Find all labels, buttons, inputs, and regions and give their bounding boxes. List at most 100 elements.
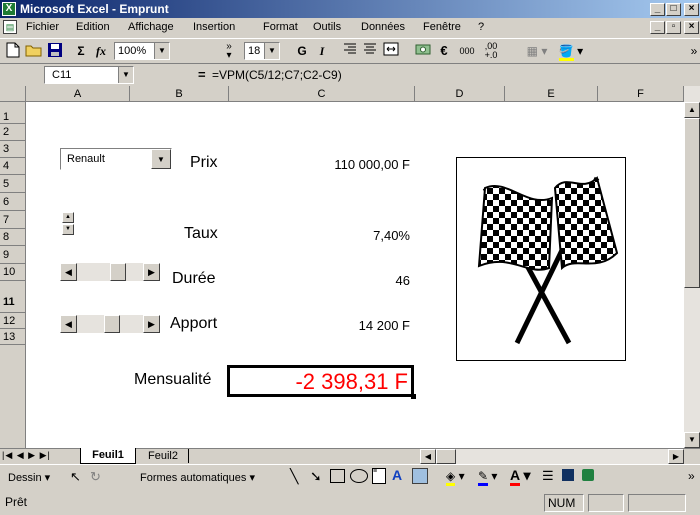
formula-input[interactable]: =VPM(C5/12;C7;C2-C9) <box>212 68 342 82</box>
fill-handle[interactable] <box>411 394 416 399</box>
row-header-1[interactable]: 1 <box>0 102 26 124</box>
font-size-select[interactable]: 18 ▼ <box>244 42 280 60</box>
value-duree[interactable]: 46 <box>396 273 410 288</box>
excel-app-icon[interactable]: X <box>2 2 16 16</box>
select-pointer-icon[interactable]: ↖ <box>70 469 81 485</box>
checkered-flags-image[interactable] <box>456 157 626 361</box>
close-button[interactable]: × <box>684 3 699 16</box>
italic-button[interactable]: I <box>314 42 330 60</box>
row-header-5[interactable]: 5 <box>0 175 26 193</box>
doc-close-button[interactable]: × <box>684 21 699 34</box>
chevron-down-icon[interactable]: ▼ <box>264 43 279 59</box>
currency-format-icon[interactable] <box>414 42 432 60</box>
row-header-4[interactable]: 4 <box>0 158 26 175</box>
chevron-down-icon[interactable]: ▼ <box>154 43 169 59</box>
oval-icon[interactable] <box>350 469 368 483</box>
rate-spinner[interactable]: ▲ ▼ <box>62 212 74 236</box>
menu-fenetre[interactable]: Fenêtre <box>423 18 461 37</box>
wordart-icon[interactable]: A <box>392 467 402 483</box>
textbox-icon[interactable]: ≡ <box>372 468 386 484</box>
tab-nav-icons[interactable]: |◀ ◀ ▶ ▶| <box>2 450 51 461</box>
borders-icon[interactable]: ▦ ▾ <box>522 42 552 60</box>
save-icon[interactable] <box>46 42 64 60</box>
row-header-3[interactable]: 3 <box>0 141 26 158</box>
fill-color-button[interactable]: ◈ ▾ <box>446 469 465 486</box>
menu-format[interactable]: Format <box>263 18 298 37</box>
column-header-c[interactable]: C <box>229 86 415 102</box>
scroll-left-icon[interactable]: ◀ <box>60 263 77 281</box>
autosum-icon[interactable]: Σ <box>72 42 90 60</box>
align-right-icon[interactable] <box>342 42 358 60</box>
open-folder-icon[interactable] <box>24 42 44 60</box>
tab-feuil2[interactable]: Feuil2 <box>138 449 189 463</box>
zoom-select[interactable]: 100% ▼ <box>114 42 170 60</box>
value-prix[interactable]: 110 000,00 F <box>334 157 410 172</box>
fill-color-icon[interactable]: 🪣 ▾ <box>556 42 586 61</box>
row-header-6[interactable]: 6 <box>0 193 26 211</box>
row-header-13[interactable]: 13 <box>0 329 26 345</box>
tab-feuil1[interactable]: Feuil1 <box>80 448 136 464</box>
worksheet-grid[interactable]: A B C D E F 1 2 3 4 5 6 7 8 9 10 11 12 1… <box>0 86 700 448</box>
chevron-down-icon[interactable]: ▼ <box>151 149 171 169</box>
scroll-thumb[interactable] <box>684 118 700 288</box>
line-style-icon[interactable]: ☰ <box>542 468 554 484</box>
menu-donnees[interactable]: Données <box>361 18 405 37</box>
autoshapes-menu-button[interactable]: Formes automatiques ▾ <box>140 471 255 484</box>
arrow-icon[interactable]: ➘ <box>310 468 322 485</box>
column-header-f[interactable]: F <box>598 86 684 102</box>
duration-scrollbar[interactable]: ◀ ▶ <box>60 263 160 281</box>
menu-insertion[interactable]: Insertion <box>193 18 235 37</box>
minimize-button[interactable]: _ <box>650 3 665 16</box>
vertical-scrollbar[interactable]: ▲ ▼ <box>684 86 700 448</box>
font-color-button[interactable]: A ▾ <box>510 467 531 486</box>
equals-sign[interactable]: = <box>198 67 206 82</box>
value-taux[interactable]: 7,40% <box>373 228 410 243</box>
spinner-up-icon[interactable]: ▲ <box>62 212 74 223</box>
doc-minimize-button[interactable]: _ <box>650 21 665 34</box>
row-header-2[interactable]: 2 <box>0 124 26 141</box>
rectangle-icon[interactable] <box>330 469 345 483</box>
doc-restore-button[interactable]: ▫ <box>666 21 681 34</box>
chevron-down-icon[interactable]: ▼ <box>118 67 133 83</box>
horizontal-scrollbar[interactable]: ◀ ▶ <box>420 449 684 464</box>
shadow-icon[interactable] <box>562 469 574 481</box>
menu-outils[interactable]: Outils <box>313 18 341 37</box>
column-header-a[interactable]: A <box>26 86 130 102</box>
row-header-9[interactable]: 9 <box>0 246 26 264</box>
column-header-e[interactable]: E <box>505 86 598 102</box>
scroll-up-icon[interactable]: ▲ <box>684 102 700 118</box>
increase-decimal-button[interactable]: ,00 +.0 <box>480 42 502 60</box>
line-icon[interactable]: ╲ <box>290 468 298 485</box>
scroll-thumb[interactable] <box>110 263 126 281</box>
rotate-icon[interactable]: ↻ <box>90 469 101 485</box>
toolbar-options-icon[interactable]: » <box>688 42 700 60</box>
scroll-left-icon[interactable]: ◀ <box>420 449 436 464</box>
merge-center-icon[interactable] <box>382 42 400 60</box>
menu-help[interactable]: ? <box>478 18 484 37</box>
align-center-icon[interactable] <box>362 42 378 60</box>
scroll-right-icon[interactable]: ▶ <box>668 449 684 464</box>
row-header-7[interactable]: 7 <box>0 211 26 229</box>
menu-edition[interactable]: Edition <box>76 18 110 37</box>
bold-button[interactable]: G <box>294 42 310 60</box>
menu-affichage[interactable]: Affichage <box>128 18 174 37</box>
active-cell-c11[interactable]: -2 398,31 F <box>227 365 416 399</box>
line-color-button[interactable]: ✎ ▾ <box>478 469 497 486</box>
draw-menu-button[interactable]: Dessin ▾ <box>8 471 50 484</box>
maximize-button[interactable]: □ <box>666 3 681 16</box>
drawbar-more-icon[interactable]: » <box>688 469 695 483</box>
scroll-down-icon[interactable]: ▼ <box>684 432 700 448</box>
function-icon[interactable]: fx <box>92 42 110 60</box>
row-header-8[interactable]: 8 <box>0 229 26 246</box>
scroll-right-icon[interactable]: ▶ <box>143 315 160 333</box>
column-header-b[interactable]: B <box>130 86 229 102</box>
row-header-12[interactable]: 12 <box>0 313 26 329</box>
row-header-10[interactable]: 10 <box>0 264 26 281</box>
3d-icon[interactable] <box>582 469 594 481</box>
workbook-icon[interactable]: ▤ <box>3 20 17 34</box>
car-model-dropdown[interactable]: Renault ▼ <box>60 148 172 170</box>
menu-fichier[interactable]: Fichier <box>26 18 59 37</box>
row-header-11[interactable]: 11 <box>0 281 26 313</box>
scroll-right-icon[interactable]: ▶ <box>143 263 160 281</box>
down-payment-scrollbar[interactable]: ◀ ▶ <box>60 315 160 333</box>
